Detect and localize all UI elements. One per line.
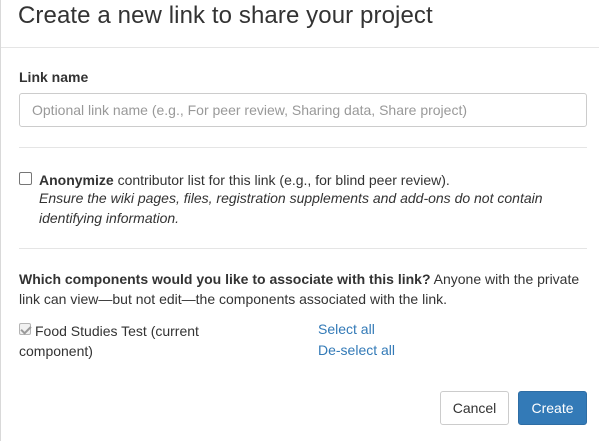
share-link-dialog: Create a new link to share your project … (0, 0, 599, 441)
dialog-header: Create a new link to share your project (1, 0, 599, 48)
dialog-title: Create a new link to share your project (18, 2, 433, 29)
cancel-button[interactable]: Cancel (440, 391, 509, 425)
components-question-bold: Which components would you like to assoc… (19, 271, 431, 287)
anonymize-label: Anonymize contributor list for this link… (39, 170, 450, 190)
divider (19, 248, 587, 249)
components-question: Which components would you like to assoc… (19, 269, 589, 309)
deselect-all-link[interactable]: De-select all (318, 340, 395, 360)
link-name-label: Link name (19, 69, 89, 85)
create-button[interactable]: Create (518, 391, 587, 425)
link-name-input[interactable] (19, 93, 587, 127)
anonymize-note: Ensure the wiki pages, files, registrati… (39, 190, 543, 226)
anonymize-text: contributor list for this link (e.g., fo… (113, 172, 450, 188)
anonymize-checkbox[interactable] (19, 172, 32, 185)
anonymize-bold-text: Anonymize (39, 172, 114, 188)
divider (19, 147, 587, 148)
select-all-link[interactable]: Select all (318, 319, 375, 339)
component-label: Food Studies Test (current component) (19, 323, 199, 359)
